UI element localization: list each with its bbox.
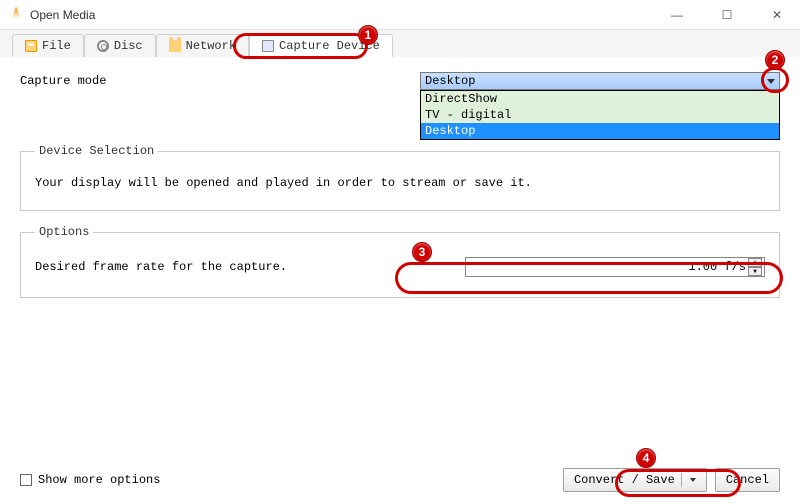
- capture-mode-value: Desktop: [425, 74, 475, 88]
- options-legend: Options: [35, 225, 93, 239]
- show-more-label: Show more options: [38, 473, 160, 487]
- framerate-label: Desired frame rate for the capture.: [35, 260, 465, 274]
- title-bar: Open Media — ☐ ✕: [0, 0, 800, 30]
- tabs-bar: File Disc Network Capture Device: [0, 30, 800, 58]
- tab-file-label: File: [42, 39, 71, 53]
- disc-icon: [97, 40, 109, 52]
- network-icon: [169, 40, 181, 52]
- cancel-label: Cancel: [726, 473, 769, 487]
- dropdown-option-directshow[interactable]: DirectShow: [421, 91, 779, 107]
- callout-badge-4: 4: [636, 448, 656, 468]
- cancel-button[interactable]: Cancel: [715, 468, 780, 492]
- capture-mode-select[interactable]: Desktop DirectShow TV - digital Desktop: [420, 72, 780, 90]
- tab-disc-label: Disc: [114, 39, 143, 53]
- spinner-down-icon[interactable]: ▼: [748, 267, 762, 276]
- tab-disc[interactable]: Disc: [84, 34, 156, 57]
- show-more-checkbox[interactable]: [20, 474, 32, 486]
- tab-network-label: Network: [186, 39, 236, 53]
- capture-mode-selectbox[interactable]: Desktop: [420, 72, 780, 90]
- close-button[interactable]: ✕: [762, 8, 792, 22]
- framerate-value: 1.00 f/s: [688, 260, 748, 274]
- window-title: Open Media: [30, 8, 95, 22]
- dropdown-option-tvdigital[interactable]: TV - digital: [421, 107, 779, 123]
- content-area: Capture mode Desktop DirectShow TV - dig…: [0, 58, 800, 326]
- chevron-down-icon: [767, 79, 775, 84]
- framerate-input[interactable]: 1.00 f/s ▲ ▼: [465, 257, 765, 277]
- footer-bar: Show more options Convert / Save Cancel: [20, 468, 780, 492]
- device-selection-legend: Device Selection: [35, 144, 158, 158]
- show-more-options[interactable]: Show more options: [20, 473, 160, 487]
- tab-network[interactable]: Network: [156, 34, 249, 57]
- window-controls: — ☐ ✕: [662, 8, 792, 22]
- file-icon: [25, 40, 37, 52]
- dropdown-option-desktop[interactable]: Desktop: [421, 123, 779, 139]
- chevron-down-icon: [690, 478, 696, 482]
- options-group: Options Desired frame rate for the captu…: [20, 225, 780, 298]
- device-selection-text: Your display will be opened and played i…: [35, 176, 765, 190]
- minimize-button[interactable]: —: [662, 8, 692, 22]
- device-selection-group: Device Selection Your display will be op…: [20, 144, 780, 211]
- capture-mode-dropdown: DirectShow TV - digital Desktop: [420, 90, 780, 140]
- tab-file[interactable]: File: [12, 34, 84, 57]
- tab-capture-device[interactable]: Capture Device: [249, 34, 393, 57]
- convert-save-label: Convert / Save: [574, 473, 675, 487]
- maximize-button[interactable]: ☐: [712, 8, 742, 22]
- capture-device-icon: [262, 40, 274, 52]
- spinner-up-icon[interactable]: ▲: [748, 258, 762, 267]
- capture-mode-label: Capture mode: [20, 72, 420, 88]
- capture-mode-row: Capture mode Desktop DirectShow TV - dig…: [20, 72, 780, 90]
- framerate-spinner: ▲ ▼: [748, 258, 762, 276]
- tab-capture-label: Capture Device: [279, 39, 380, 53]
- convert-save-button[interactable]: Convert / Save: [563, 468, 707, 492]
- vlc-cone-icon: [8, 7, 24, 23]
